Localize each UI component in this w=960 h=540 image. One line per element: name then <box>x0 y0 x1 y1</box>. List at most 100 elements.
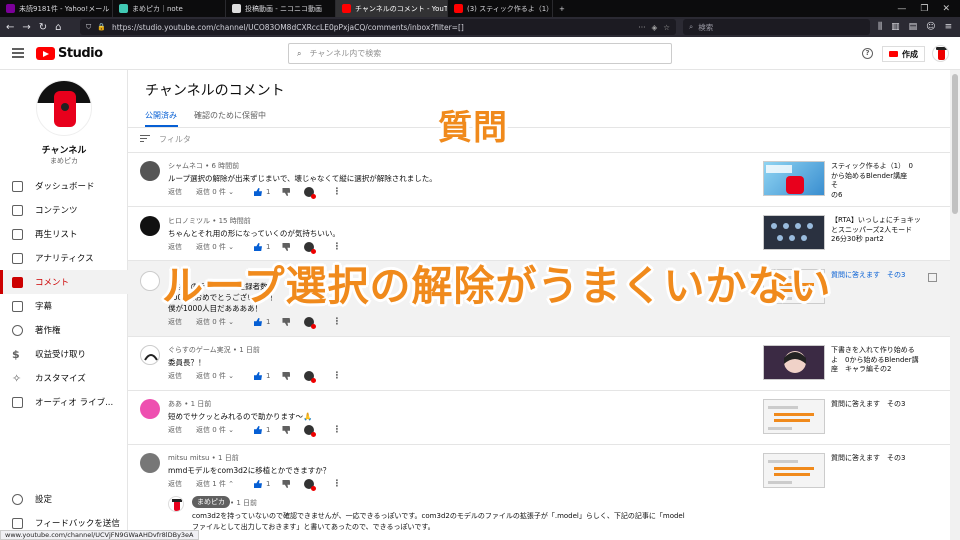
video-thumbnail[interactable] <box>763 161 825 196</box>
video-title[interactable]: 下書きを入れて作り始める よ 0から始めるBlender講 座 キャラ編その2 <box>831 346 921 375</box>
more-options-icon[interactable]: ⋮ <box>332 371 341 381</box>
video-title[interactable]: 質問に答えます その3 <box>831 400 921 410</box>
commenter-avatar[interactable] <box>140 345 160 365</box>
channel-search-input[interactable]: ⌕ チャンネル内で検索 <box>288 43 672 64</box>
help-icon[interactable]: ? <box>862 48 873 59</box>
browser-tab[interactable]: 投稿動画 - ニコニコ動画 <box>226 0 336 17</box>
browser-tab[interactable]: 未読9181件 - Yahoo!メール <box>0 0 113 17</box>
bookmark-star-icon[interactable]: ☆ <box>663 23 670 32</box>
thumbs-down-icon[interactable] <box>282 243 291 251</box>
video-thumbnail[interactable] <box>763 453 825 488</box>
hamburger-menu-icon[interactable] <box>12 48 24 58</box>
sidebar-item-monetization[interactable]: $ 収益受け取り <box>0 342 128 366</box>
creator-heart-icon[interactable] <box>304 187 317 199</box>
replies-toggle[interactable]: 返信 0 件 ⌄ <box>196 425 254 435</box>
new-tab-button[interactable]: + <box>553 0 569 17</box>
commenter-avatar[interactable] <box>140 216 160 236</box>
video-thumbnail[interactable] <box>763 345 825 380</box>
thumbs-up-icon[interactable] <box>254 372 262 380</box>
replies-toggle[interactable]: 返信 0 件 ⌄ <box>196 242 254 252</box>
video-title[interactable]: 【RTA】いっしょにチョキッ とスニッパーズ2人モード 26分30秒 part2 <box>831 216 921 245</box>
commenter-avatar[interactable] <box>140 271 160 291</box>
reply-button[interactable]: 返信 <box>168 187 196 197</box>
owner-badge[interactable]: まめピカ <box>192 496 230 508</box>
reply-button[interactable]: 返信 <box>168 425 196 435</box>
create-button[interactable]: 作成 <box>882 46 925 62</box>
reply-button[interactable]: 返信 <box>168 242 196 252</box>
thumbs-up-icon[interactable] <box>254 426 262 434</box>
replies-toggle[interactable]: 返信 0 件 ⌄ <box>196 187 254 197</box>
open-external-icon[interactable] <box>928 273 937 282</box>
scrollbar-thumb[interactable] <box>952 74 958 214</box>
video-thumbnail[interactable] <box>763 399 825 434</box>
creator-heart-icon[interactable] <box>304 317 317 329</box>
channel-avatar[interactable] <box>36 80 92 136</box>
tab-held-for-review[interactable]: 確認のために保留中 <box>194 110 266 121</box>
minimize-icon[interactable]: — <box>897 4 906 14</box>
account-avatar[interactable] <box>932 45 949 62</box>
more-options-icon[interactable]: ⋮ <box>332 317 341 327</box>
more-options-icon[interactable]: ⋮ <box>332 425 341 435</box>
creator-heart-icon[interactable] <box>304 479 317 491</box>
replies-toggle[interactable]: 返信 0 件 ⌄ <box>196 371 254 381</box>
filter-bar[interactable]: フィルタ <box>140 134 191 145</box>
tab-published[interactable]: 公開済み <box>145 110 177 121</box>
browser-tab-active[interactable]: チャンネルのコメント - YouTube Studio ✕ <box>336 0 448 17</box>
reply-button[interactable]: 返信 <box>168 371 196 381</box>
browser-tab[interactable]: (3) スティック作るよ（1） 0から… <box>448 0 553 17</box>
filter-icon[interactable] <box>140 134 150 145</box>
reply-avatar[interactable] <box>168 496 184 512</box>
video-title[interactable]: 質問に答えます その3 <box>831 454 921 464</box>
more-icon[interactable]: ··· <box>638 23 645 32</box>
creator-heart-icon[interactable] <box>304 371 317 383</box>
sidebar-item-customization[interactable]: ✧ カスタマイズ <box>0 366 128 390</box>
commenter-avatar[interactable] <box>140 399 160 419</box>
reply-button[interactable]: 返信 <box>168 317 196 327</box>
browser-search-field[interactable]: ⌕ 検索 <box>683 19 870 35</box>
sidebar-item-comments[interactable]: コメント <box>0 270 128 294</box>
thumbs-down-icon[interactable] <box>282 188 291 196</box>
sidebar-item-content[interactable]: コンテンツ <box>0 198 128 222</box>
video-title[interactable]: スティック作るよ（1） 0 から始めるBlender講座 そ の6 <box>831 162 921 200</box>
close-window-icon[interactable]: ✕ <box>942 4 950 14</box>
sidebar-item-dashboard[interactable]: ダッシュボード <box>0 174 128 198</box>
sidebar-item-audio-library[interactable]: オーディオ ライブ... <box>0 390 128 414</box>
more-options-icon[interactable]: ⋮ <box>332 479 341 489</box>
more-options-icon[interactable]: ⋮ <box>332 187 341 197</box>
browser-tab[interactable]: まめピカ｜note <box>113 0 226 17</box>
sidebar-item-settings[interactable]: 設定 <box>0 487 128 511</box>
thumbs-up-icon[interactable] <box>254 188 262 196</box>
reply-button[interactable]: 返信 <box>168 479 196 489</box>
video-title[interactable]: 質問に答えます その3 <box>831 271 921 281</box>
sidebar-item-copyright[interactable]: 著作権 <box>0 318 128 342</box>
menu-icon[interactable]: ≡ <box>945 22 953 32</box>
back-icon[interactable]: ← <box>6 22 14 33</box>
commenter-avatar[interactable] <box>140 453 160 473</box>
library-icon[interactable]: ⫼ <box>878 22 882 32</box>
more-options-icon[interactable]: ⋮ <box>332 242 341 252</box>
sidebar-icon[interactable]: ▥ <box>891 22 900 32</box>
creator-heart-icon[interactable] <box>304 425 317 437</box>
sidebar-item-subtitles[interactable]: 字幕 <box>0 294 128 318</box>
pocket-icon[interactable]: ◈ <box>651 23 657 32</box>
thumbs-down-icon[interactable] <box>282 480 291 488</box>
studio-logo[interactable]: Studio <box>36 46 103 61</box>
thumbs-down-icon[interactable] <box>282 372 291 380</box>
sidebar-item-playlists[interactable]: 再生リスト <box>0 222 128 246</box>
sidebar-item-analytics[interactable]: アナリティクス <box>0 246 128 270</box>
thumbs-up-icon[interactable] <box>254 243 262 251</box>
thumbs-down-icon[interactable] <box>282 426 291 434</box>
reload-icon[interactable]: ↻ <box>39 22 47 33</box>
creator-heart-icon[interactable] <box>304 242 317 254</box>
thumbs-down-icon[interactable] <box>282 318 291 326</box>
url-bar[interactable]: ⛉ 🔒 https://studio.youtube.com/channel/U… <box>80 19 676 35</box>
replies-toggle[interactable]: 返信 1 件 ⌃ <box>196 479 254 489</box>
replies-toggle[interactable]: 返信 0 件 ⌄ <box>196 317 254 327</box>
thumbs-up-icon[interactable] <box>254 318 262 326</box>
maximize-icon[interactable]: ❐ <box>920 4 928 14</box>
reader-icon[interactable]: ▤ <box>909 22 918 32</box>
filter-input[interactable]: フィルタ <box>159 134 191 145</box>
home-icon[interactable]: ⌂ <box>55 22 61 33</box>
commenter-avatar[interactable] <box>140 161 160 181</box>
video-thumbnail[interactable] <box>763 215 825 250</box>
